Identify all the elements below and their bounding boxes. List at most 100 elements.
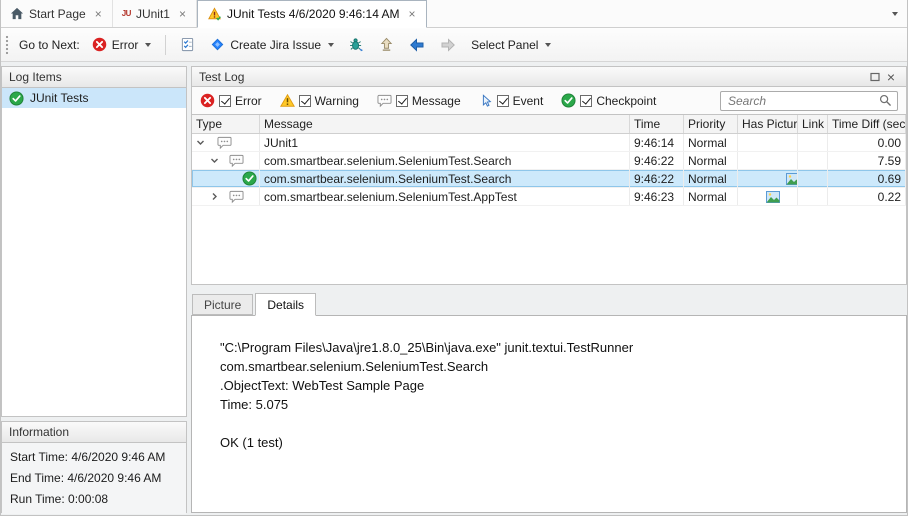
tab-details[interactable]: Details xyxy=(255,293,316,316)
message-cell: JUnit1 xyxy=(260,134,630,151)
type-cell xyxy=(192,188,260,205)
filter-label: Event xyxy=(513,94,544,108)
details-content: "C:\Program Files\Java\jre1.8.0_25\Bin\j… xyxy=(191,315,907,513)
table-row[interactable]: com.smartbear.selenium.SeleniumTest.Sear… xyxy=(192,152,906,170)
details-line: OK (1 test) xyxy=(220,433,878,452)
create-jira-issue-button[interactable]: Create Jira Issue xyxy=(205,34,339,55)
results-checklist-icon xyxy=(180,37,195,52)
filter-error: Error xyxy=(200,93,262,108)
link-cell xyxy=(798,170,828,187)
message-cell: com.smartbear.selenium.SeleniumTest.Sear… xyxy=(260,170,630,187)
test-log-panel: Test Log × Error xyxy=(191,66,907,513)
filter-warning: Warning xyxy=(280,94,359,108)
checkmark-circle-icon xyxy=(561,93,576,108)
filter-checkpoint: Checkpoint xyxy=(561,93,656,108)
time-diff-cell: 0.22 xyxy=(828,188,906,205)
column-time-diff[interactable]: Time Diff (sec) xyxy=(828,115,906,133)
time-cell: 9:46:23 xyxy=(630,188,684,205)
toolbar-grip-handle[interactable] xyxy=(5,35,9,55)
filter-label: Checkpoint xyxy=(596,94,656,108)
goto-next-label: Go to Next: xyxy=(17,38,82,52)
close-icon[interactable]: × xyxy=(408,8,417,20)
details-line: Time: 5.075 xyxy=(220,395,878,414)
message-checkbox[interactable] xyxy=(396,95,408,107)
float-panel-icon[interactable] xyxy=(867,69,883,85)
error-checkbox[interactable] xyxy=(219,95,231,107)
message-cell: com.smartbear.selenium.SeleniumTest.AppT… xyxy=(260,188,630,205)
tab-list-chevron-icon[interactable] xyxy=(881,0,907,27)
warning-checkbox[interactable] xyxy=(299,95,311,107)
message-cell: com.smartbear.selenium.SeleniumTest.Sear… xyxy=(260,152,630,169)
search-icon[interactable] xyxy=(879,94,892,107)
log-item-label: JUnit Tests xyxy=(30,91,88,105)
priority-cell: Normal xyxy=(684,152,738,169)
table-row-selected[interactable]: com.smartbear.selenium.SeleniumTest.Sear… xyxy=(192,170,906,188)
tab-label: Start Page xyxy=(29,7,86,21)
chevron-right-icon[interactable] xyxy=(210,192,219,201)
close-icon[interactable]: × xyxy=(94,8,103,20)
type-cell xyxy=(192,152,260,169)
tab-picture[interactable]: Picture xyxy=(192,294,253,315)
bug-icon xyxy=(349,37,364,52)
export-log-button[interactable] xyxy=(374,34,399,55)
close-panel-icon[interactable]: × xyxy=(883,69,899,85)
select-panel-button[interactable]: Select Panel xyxy=(466,35,556,55)
upload-arrow-icon xyxy=(379,37,394,52)
information-header: Information xyxy=(2,422,186,443)
tab-start-page[interactable]: Start Page × xyxy=(1,0,113,27)
event-checkbox[interactable] xyxy=(497,95,509,107)
end-time-text: End Time: 4/6/2020 9:46 AM xyxy=(2,468,186,489)
error-icon xyxy=(200,93,215,108)
tab-junit1[interactable]: JU JUnit1 × xyxy=(113,0,197,27)
table-row[interactable]: JUnit1 9:46:14 Normal 0.00 xyxy=(192,134,906,152)
goto-next-error-button[interactable]: Error xyxy=(87,34,157,55)
arrow-left-icon xyxy=(409,37,425,53)
filter-event: Event xyxy=(479,94,544,108)
link-cell xyxy=(798,134,828,151)
compare-results-button[interactable] xyxy=(175,34,200,55)
close-icon[interactable]: × xyxy=(178,8,187,20)
picture-icon[interactable] xyxy=(786,173,799,185)
document-tabstrip: Start Page × JU JUnit1 × JUnit Tests 4/6… xyxy=(1,0,907,28)
select-panel-label: Select Panel xyxy=(471,38,538,52)
log-toolbar: Go to Next: Error Create Jira Issue xyxy=(1,28,907,62)
tab-junit-tests-log[interactable]: JUnit Tests 4/6/2020 9:46:14 AM × xyxy=(197,0,427,28)
message-bubble-icon xyxy=(229,190,244,204)
chevron-down-icon[interactable] xyxy=(210,156,219,165)
chevron-down-icon[interactable] xyxy=(196,138,205,147)
search-box xyxy=(720,91,898,111)
details-line: com.smartbear.selenium.SeleniumTest.Sear… xyxy=(220,357,878,376)
picture-icon[interactable] xyxy=(766,191,780,203)
time-diff-cell: 7.59 xyxy=(828,152,906,169)
has-picture-cell xyxy=(738,170,798,187)
log-item-junit-tests[interactable]: JUnit Tests xyxy=(2,88,186,108)
has-picture-cell xyxy=(738,152,798,169)
toolbar-separator xyxy=(165,35,166,55)
test-log-title: Test Log xyxy=(199,70,244,84)
checkpoint-checkbox[interactable] xyxy=(580,95,592,107)
navigate-back-button[interactable] xyxy=(404,34,430,56)
column-priority[interactable]: Priority xyxy=(684,115,738,133)
details-line xyxy=(220,414,878,433)
column-link[interactable]: Link xyxy=(798,115,828,133)
table-row[interactable]: com.smartbear.selenium.SeleniumTest.AppT… xyxy=(192,188,906,206)
chevron-down-icon xyxy=(545,43,551,47)
type-cell xyxy=(192,170,260,187)
table-empty-area xyxy=(192,206,906,284)
log-filterbar: Error Warning Message xyxy=(191,87,907,115)
column-message[interactable]: Message xyxy=(260,115,630,133)
jira-diamond-icon xyxy=(210,37,225,52)
column-has-picture[interactable]: Has Picture xyxy=(738,115,798,133)
test-log-icon xyxy=(207,7,222,21)
warning-icon xyxy=(280,94,295,107)
column-time[interactable]: Time xyxy=(630,115,684,133)
report-bug-button[interactable] xyxy=(344,34,369,55)
link-cell xyxy=(798,152,828,169)
error-icon xyxy=(92,37,107,52)
test-log-titlebar: Test Log × xyxy=(191,66,907,87)
details-tabbar: Picture Details xyxy=(191,293,907,315)
search-input[interactable] xyxy=(726,93,875,109)
column-type[interactable]: Type xyxy=(192,115,260,133)
navigate-forward-button[interactable] xyxy=(435,34,461,56)
filter-message: Message xyxy=(377,94,461,108)
